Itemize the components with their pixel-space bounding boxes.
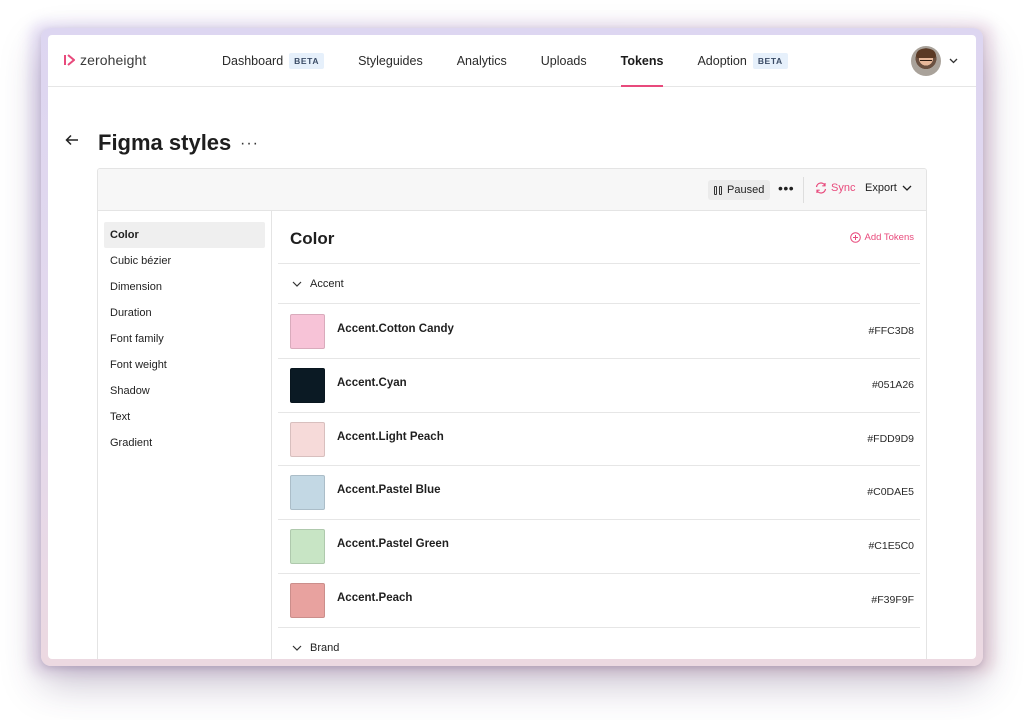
paused-label: Paused — [727, 184, 765, 196]
plus-circle-icon — [849, 232, 861, 243]
token-row[interactable]: Accent.Pastel Green #C1E5C0 — [278, 520, 920, 574]
paused-button[interactable]: Paused — [708, 180, 771, 200]
token-row[interactable]: Accent.Cyan #051A26 — [278, 359, 920, 413]
sidebar-item-color[interactable]: Color — [104, 222, 265, 248]
token-name: Accent.Peach — [337, 591, 413, 604]
beta-badge: BETA — [289, 53, 325, 69]
group-label: Accent — [310, 277, 344, 290]
back-arrow-icon[interactable] — [64, 132, 80, 148]
zeroheight-logo-icon — [64, 54, 75, 66]
sidebar-item-duration[interactable]: Duration — [104, 300, 265, 326]
nav-adoption[interactable]: Adoption BETA — [697, 35, 788, 87]
token-name: Accent.Cyan — [337, 376, 407, 389]
toolbar-more-button[interactable]: ••• — [778, 180, 794, 196]
token-row[interactable]: Accent.Peach #F39F9F — [278, 574, 920, 628]
sync-label: Sync — [831, 182, 856, 194]
sidebar-item-text[interactable]: Text — [104, 404, 265, 430]
token-name: Accent.Cotton Candy — [337, 323, 454, 335]
export-button[interactable]: Export — [865, 182, 912, 194]
token-name: Accent.Pastel Blue — [337, 484, 441, 497]
add-tokens-button[interactable]: Add Tokens — [849, 232, 914, 243]
token-row[interactable]: Accent.Pastel Blue #C0DAE5 — [278, 466, 920, 521]
sidebar-item-gradient[interactable]: Gradient — [104, 430, 265, 456]
chevron-down-icon — [292, 645, 302, 651]
chevron-down-icon[interactable] — [949, 58, 958, 64]
group-header-brand[interactable]: Brand — [278, 627, 920, 659]
token-type-sidebar: Color Cubic bézier Dimension Duration Fo… — [98, 211, 272, 659]
avatar[interactable] — [911, 46, 941, 76]
token-hex: #C1E5C0 — [868, 540, 914, 553]
page-more-button[interactable]: ··· — [240, 135, 259, 153]
nav-label: Styleguides — [358, 54, 423, 68]
tokens-panel: Paused ••• Sync Export Color Cubic bézie… — [97, 168, 927, 659]
color-swatch — [290, 582, 325, 618]
color-swatch — [290, 475, 325, 511]
pause-icon — [714, 185, 722, 195]
nav-dashboard[interactable]: Dashboard BETA — [222, 35, 325, 87]
token-list-area: Color Add Tokens Accent Accent.Cotton Ca… — [272, 211, 926, 659]
nav-label: Dashboard — [222, 54, 284, 68]
token-hex: #C0DAE5 — [867, 486, 914, 499]
color-swatch — [290, 367, 325, 403]
sync-button[interactable]: Sync — [814, 182, 855, 194]
color-swatch — [290, 421, 325, 457]
token-name: Accent.Pastel Green — [337, 538, 449, 551]
token-rows: Accent.Cotton Candy #FFC3D8 Accent.Cyan … — [278, 305, 920, 628]
token-hex: #FDD9D9 — [867, 432, 914, 445]
color-swatch — [290, 529, 325, 565]
export-label: Export — [865, 182, 897, 194]
main-nav: Dashboard BETA Styleguides Analytics Upl… — [222, 35, 822, 87]
section-title: Color — [290, 229, 335, 248]
color-swatch — [290, 314, 325, 349]
add-tokens-label: Add Tokens — [864, 232, 914, 243]
group-header-accent[interactable]: Accent — [278, 263, 920, 304]
token-row[interactable]: Accent.Light Peach #FDD9D9 — [278, 413, 920, 467]
group-label: Brand — [310, 642, 340, 654]
toolbar-divider — [803, 177, 804, 203]
nav-label: Analytics — [456, 54, 507, 68]
nav-label: Adoption — [697, 54, 747, 68]
beta-badge: BETA — [752, 53, 788, 69]
token-hex: #F39F9F — [871, 593, 914, 606]
token-row[interactable]: Accent.Cotton Candy #FFC3D8 — [278, 305, 920, 359]
chevron-down-icon — [292, 281, 302, 287]
token-hex: #051A26 — [871, 378, 914, 391]
page-title: Figma styles — [98, 130, 232, 155]
sidebar-item-font-family[interactable]: Font family — [104, 326, 265, 352]
app-frame: zeroheight Dashboard BETA Styleguides An… — [48, 35, 976, 659]
nav-tokens[interactable]: Tokens — [620, 35, 664, 87]
top-nav: zeroheight Dashboard BETA Styleguides An… — [48, 35, 976, 87]
sidebar-item-font-weight[interactable]: Font weight — [104, 352, 265, 378]
logo-text: zeroheight — [80, 52, 147, 68]
chevron-down-icon — [902, 185, 912, 191]
sync-icon — [815, 182, 827, 194]
sidebar-item-shadow[interactable]: Shadow — [104, 378, 265, 404]
logo[interactable]: zeroheight — [64, 52, 146, 68]
nav-uploads[interactable]: Uploads — [541, 35, 587, 87]
sidebar-item-cubic-bezier[interactable]: Cubic bézier — [104, 248, 265, 274]
nav-styleguides[interactable]: Styleguides — [358, 35, 423, 87]
nav-label: Uploads — [540, 54, 587, 68]
sidebar-item-dimension[interactable]: Dimension — [104, 274, 265, 300]
nav-label: Tokens — [620, 54, 664, 68]
user-menu[interactable] — [911, 46, 958, 76]
nav-analytics[interactable]: Analytics — [457, 35, 507, 87]
token-hex: #FFC3D8 — [868, 325, 914, 337]
token-name: Accent.Light Peach — [337, 430, 444, 443]
panel-toolbar: Paused ••• Sync Export — [98, 169, 926, 211]
